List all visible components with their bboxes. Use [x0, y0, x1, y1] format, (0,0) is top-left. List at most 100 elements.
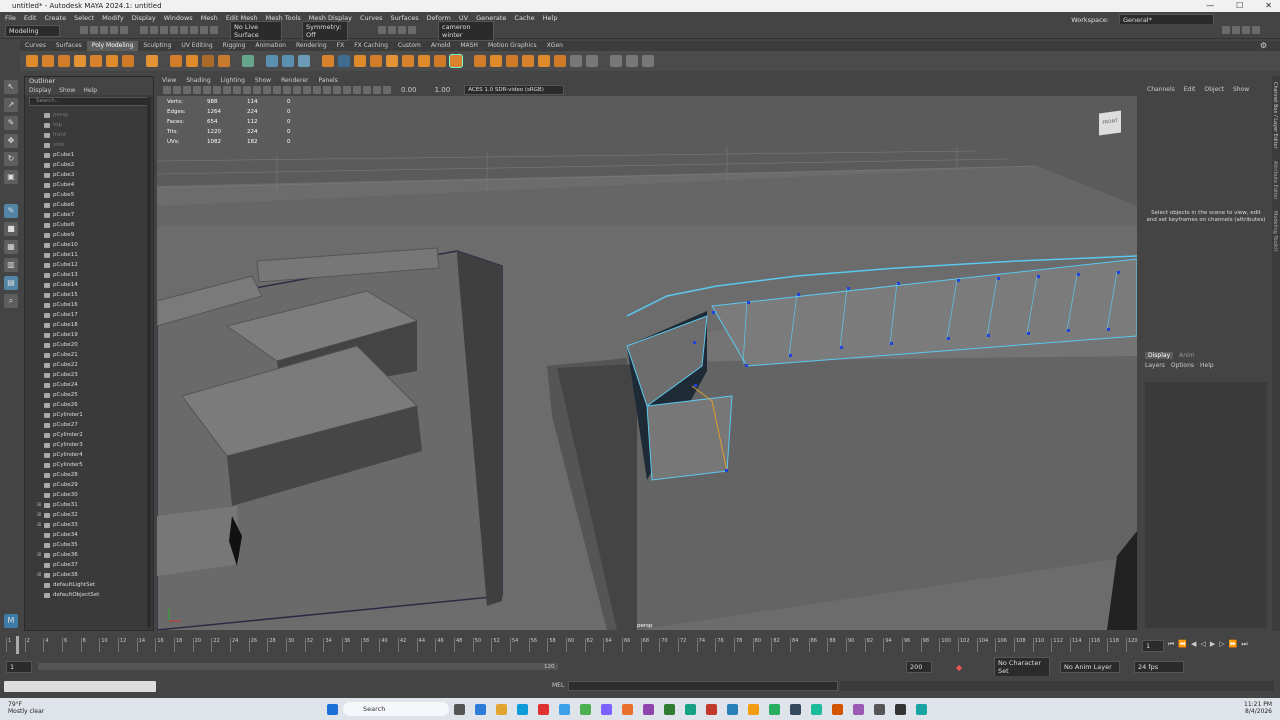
- isolate-select-icon[interactable]: [353, 86, 361, 94]
- snap-grid-icon[interactable]: [170, 26, 178, 34]
- menu-curves[interactable]: Curves: [360, 14, 383, 22]
- shelf-tab-mash[interactable]: MASH: [455, 41, 483, 51]
- sculpt-tool-icon[interactable]: [642, 55, 654, 67]
- live-surface-field[interactable]: No Live Surface: [230, 21, 282, 41]
- outliner-item[interactable]: pCube5: [25, 190, 153, 200]
- app-icon[interactable]: [727, 703, 738, 715]
- expand-icon[interactable]: ⊞: [37, 522, 43, 528]
- zoom-icon[interactable]: ⌕: [4, 294, 18, 308]
- outliner-menu-display[interactable]: Display: [29, 87, 51, 94]
- redo-icon[interactable]: [120, 26, 128, 34]
- four-view-layout-icon[interactable]: ▦: [4, 240, 18, 254]
- resolution-gate-icon[interactable]: [223, 86, 231, 94]
- move-tool-icon[interactable]: ✥: [4, 134, 18, 148]
- shelf-tab-curves[interactable]: Curves: [20, 41, 51, 51]
- outliner-item[interactable]: pCylinder4: [25, 450, 153, 460]
- outliner-item[interactable]: pCube4: [25, 180, 153, 190]
- unreal-icon[interactable]: [895, 703, 906, 715]
- menu-cache[interactable]: Cache: [514, 14, 534, 22]
- side-tab-attribute-editor[interactable]: Attribute Editor: [1272, 161, 1278, 199]
- viewport-menu-panels[interactable]: Panels: [318, 77, 337, 84]
- harden-edge-icon[interactable]: [538, 55, 550, 67]
- merge-icon[interactable]: [402, 55, 414, 67]
- center-pivot-icon[interactable]: [474, 55, 486, 67]
- toggle-tool-settings-icon[interactable]: [1242, 26, 1250, 34]
- combine-icon[interactable]: [242, 55, 254, 67]
- grid-toggle-icon[interactable]: [586, 55, 598, 67]
- minimize-button[interactable]: —: [1206, 1, 1214, 10]
- outliner-item[interactable]: pCube8: [25, 220, 153, 230]
- menu-file[interactable]: File: [5, 14, 16, 22]
- undo-icon[interactable]: [110, 26, 118, 34]
- app-icon[interactable]: [622, 703, 633, 715]
- shelf-tab-uv-editing[interactable]: UV Editing: [176, 41, 217, 51]
- layers-menu[interactable]: Layers: [1145, 362, 1165, 369]
- outliner-item[interactable]: pCube15: [25, 290, 153, 300]
- outliner-item[interactable]: pCube16: [25, 300, 153, 310]
- app-icon[interactable]: [832, 703, 843, 715]
- bridge-icon[interactable]: [338, 55, 350, 67]
- user-account[interactable]: cameron winter: [438, 21, 494, 41]
- outliner-item[interactable]: side: [25, 140, 153, 150]
- poly-cone-icon[interactable]: [74, 55, 86, 67]
- layer-tab-display[interactable]: Display: [1145, 352, 1174, 359]
- outliner-item[interactable]: pCube1: [25, 150, 153, 160]
- outliner-item[interactable]: pCube18: [25, 320, 153, 330]
- command-input[interactable]: [568, 681, 838, 691]
- outliner-item[interactable]: ⊞ pCube32: [25, 510, 153, 520]
- outliner-item[interactable]: pCube24: [25, 380, 153, 390]
- freeze-transform-icon[interactable]: [490, 55, 502, 67]
- lights-icon[interactable]: [303, 86, 311, 94]
- outliner-item[interactable]: front: [25, 130, 153, 140]
- menu-windows[interactable]: Windows: [164, 14, 193, 22]
- menu-surfaces[interactable]: Surfaces: [391, 14, 419, 22]
- outliner-item[interactable]: defaultLightSet: [25, 580, 153, 590]
- outliner-item[interactable]: pCube11: [25, 250, 153, 260]
- shelf-tab-fx-caching[interactable]: FX Caching: [349, 41, 393, 51]
- toggle-modeling-toolkit-icon[interactable]: [1222, 26, 1230, 34]
- poly-cube-icon[interactable]: [42, 55, 54, 67]
- outliner-item[interactable]: pCylinder3: [25, 440, 153, 450]
- ambient-occlusion-icon[interactable]: [323, 86, 331, 94]
- separate-icon[interactable]: [266, 55, 278, 67]
- side-tab-modeling-toolkit[interactable]: Modeling Toolkit: [1272, 211, 1278, 251]
- super-shape-icon[interactable]: [170, 55, 182, 67]
- outliner-item[interactable]: persp: [25, 110, 153, 120]
- outliner-item[interactable]: pCube12: [25, 260, 153, 270]
- outliner-item[interactable]: pCylinder2: [25, 430, 153, 440]
- app-icon[interactable]: [748, 703, 759, 715]
- shelf-tab-rendering[interactable]: Rendering: [291, 41, 332, 51]
- outliner-menu-help[interactable]: Help: [83, 87, 97, 94]
- wireframe-shade-icon[interactable]: [263, 86, 271, 94]
- lasso-tool-icon[interactable]: ↗: [4, 98, 18, 112]
- channel-show-menu[interactable]: Show: [1233, 86, 1249, 93]
- select-component-icon[interactable]: [160, 26, 168, 34]
- character-set-dropdown[interactable]: No Character Set: [994, 657, 1050, 677]
- outliner-item[interactable]: pCube27: [25, 420, 153, 430]
- expand-icon[interactable]: ⊞: [37, 572, 43, 578]
- type-icon[interactable]: [202, 55, 214, 67]
- expand-icon[interactable]: ⊞: [37, 552, 43, 558]
- outliner-item[interactable]: pCube22: [25, 360, 153, 370]
- task-view-icon[interactable]: [454, 703, 465, 715]
- shelf-tab-xgen[interactable]: XGen: [542, 41, 568, 51]
- hypershade-icon[interactable]: [408, 26, 416, 34]
- field-chart-icon[interactable]: [243, 86, 251, 94]
- smooth-shade-icon[interactable]: [273, 86, 281, 94]
- outliner-item[interactable]: pCube13: [25, 270, 153, 280]
- file-explorer-icon[interactable]: [496, 703, 507, 715]
- channel-edit-menu[interactable]: Edit: [1184, 86, 1196, 93]
- search-box[interactable]: Search: [343, 702, 449, 716]
- outliner-item[interactable]: pCube6: [25, 200, 153, 210]
- outliner-item[interactable]: pCube30: [25, 490, 153, 500]
- bevel-icon[interactable]: [354, 55, 366, 67]
- viewport-menu-view[interactable]: View: [162, 77, 176, 84]
- save-scene-icon[interactable]: [100, 26, 108, 34]
- outliner-item[interactable]: pCube23: [25, 370, 153, 380]
- outliner-item[interactable]: ⊞ pCube31: [25, 500, 153, 510]
- outliner-item[interactable]: pCube7: [25, 210, 153, 220]
- app-icon[interactable]: [790, 703, 801, 715]
- rotate-tool-icon[interactable]: ↻: [4, 152, 18, 166]
- paint-select-icon[interactable]: [610, 55, 622, 67]
- shelf-tab-animation[interactable]: Animation: [250, 41, 291, 51]
